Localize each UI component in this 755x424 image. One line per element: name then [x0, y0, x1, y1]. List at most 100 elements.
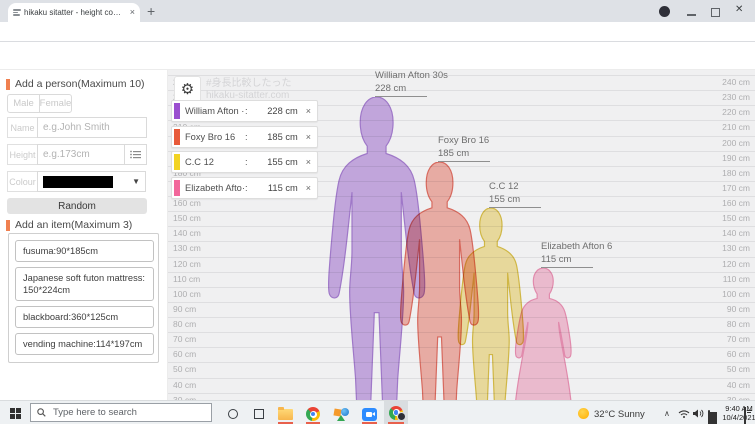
female-button[interactable]: Female — [39, 94, 72, 113]
person-card-close-icon[interactable]: × — [306, 132, 311, 142]
person-card[interactable]: Foxy Bro 16: 185 cm × — [171, 125, 318, 148]
tick-label: 150 cm — [173, 213, 201, 224]
card-separator: : — [245, 182, 248, 193]
tab-title: hikaku sitatter - height comparis — [24, 8, 127, 17]
height-row: Height — [7, 144, 147, 165]
tick-label: 120 cm — [722, 258, 750, 269]
add-person-title: Add a person(Maximum 10) — [6, 78, 145, 90]
figure-label: Elizabeth Afton 6 115 cm — [541, 240, 613, 269]
name-label: Name — [7, 117, 38, 138]
person-color-bar — [174, 128, 180, 145]
weather-text[interactable]: 32°C Sunny — [594, 409, 645, 420]
list-icon — [130, 150, 141, 159]
person-color-bar — [174, 179, 180, 196]
item-suggestions: fusuma:90*185cm Japanese soft futon mattr… — [8, 233, 159, 364]
item-suggestion-button[interactable]: vending machine:114*197cm — [15, 333, 154, 356]
window-maximize-button[interactable] — [711, 8, 720, 17]
person-card-height: 115 cm — [267, 182, 298, 193]
chart-watermark: #身長比較したった hikaku-sitatter.com — [206, 78, 292, 101]
shapes-icon — [333, 407, 349, 421]
tick-label: 240 cm — [722, 77, 750, 87]
name-row: Name — [7, 117, 147, 138]
browser-tab[interactable]: hikaku sitatter - height comparis × — [8, 3, 140, 22]
action-center-icon[interactable] — [744, 407, 752, 424]
window-minimize-button[interactable] — [687, 14, 696, 16]
person-card[interactable]: C.C 12: 155 cm × — [171, 151, 318, 173]
taskbar-clock[interactable]: 9:40 AM 10/4/2021 — [720, 404, 755, 422]
tick-label: 70 cm — [726, 334, 750, 345]
gear-icon: ⚙ — [180, 81, 195, 98]
file-explorer-button[interactable] — [274, 405, 296, 423]
tick-label: 150 cm — [722, 213, 750, 224]
site-favicon-icon — [13, 8, 21, 18]
windows-taskbar: 32°C Sunny ∧ 9:40 AM 10/4/2021 — [0, 400, 755, 424]
person-card-height: 185 cm — [267, 131, 298, 142]
chrome-taskbar-button[interactable] — [302, 405, 324, 423]
tick-label: 100 cm — [722, 288, 750, 299]
taskbar-search-input[interactable] — [51, 406, 195, 419]
tray-expand-icon[interactable]: ∧ — [664, 409, 670, 418]
browser-toolbar: ← → ↻ hikaku-sitatter.com/en/ ☆ ⋮ — [0, 22, 755, 61]
network-icon[interactable] — [678, 409, 690, 418]
person-card-close-icon[interactable]: × — [306, 183, 311, 193]
gender-toggle: Male Female — [7, 94, 72, 113]
chart-settings-button[interactable]: ⚙ — [174, 76, 201, 103]
figure-name: Foxy Bro 16 — [438, 135, 490, 147]
height-presets-button[interactable] — [124, 144, 147, 165]
colour-picker[interactable]: ▼ — [37, 171, 146, 192]
random-button[interactable]: Random — [7, 198, 147, 214]
tick-label: 80 cm — [173, 319, 197, 330]
card-separator: : — [245, 106, 248, 116]
section-accent-bar — [6, 78, 10, 90]
chrome-icon — [306, 407, 320, 421]
tick-label: 220 cm — [722, 107, 750, 118]
male-button[interactable]: Male — [7, 94, 40, 113]
search-icon — [37, 408, 46, 417]
figure-label: C.C 12 155 cm — [489, 180, 541, 208]
figure-height-value: 155 cm — [489, 193, 541, 208]
person-silhouette[interactable] — [505, 268, 582, 400]
task-view-button[interactable] — [248, 405, 270, 423]
tick-label: 120 cm — [173, 258, 201, 269]
gridline — [168, 75, 755, 76]
person-card-close-icon[interactable]: × — [306, 157, 311, 167]
card-separator: : — [245, 131, 248, 142]
person-card-close-icon[interactable]: × — [306, 106, 311, 116]
person-card-name: C.C 12 — [185, 157, 214, 167]
name-input[interactable] — [37, 117, 147, 138]
tick-label: 50 cm — [173, 364, 197, 375]
section-accent-bar — [6, 219, 10, 231]
profile-badge-icon — [397, 412, 406, 421]
person-card-height: 155 cm — [267, 157, 298, 167]
figure-name: Elizabeth Afton 6 — [541, 241, 613, 253]
item-suggestion-button[interactable]: blackboard:360*125cm — [15, 306, 154, 329]
start-button[interactable] — [10, 408, 21, 419]
person-card[interactable]: Elizabeth Afto···: 115 cm × — [171, 176, 318, 199]
speaker-icon[interactable] — [693, 409, 704, 418]
tab-close-icon[interactable]: × — [130, 8, 135, 17]
new-tab-button[interactable]: + — [147, 3, 155, 19]
battery-icon[interactable] — [708, 410, 717, 424]
tick-label: 160 cm — [722, 198, 750, 209]
item-suggestion-button[interactable]: Japanese soft futon mattress: 150*224cm — [15, 267, 154, 302]
taskbar-search[interactable] — [30, 403, 212, 422]
tick-label: 160 cm — [173, 198, 201, 209]
weather-sun-icon[interactable] — [578, 408, 589, 419]
zoom-taskbar-button[interactable] — [358, 405, 380, 423]
person-color-bar — [174, 103, 180, 119]
cortana-button[interactable] — [222, 405, 244, 423]
active-chrome-button[interactable] — [384, 401, 408, 424]
tick-label: 50 cm — [726, 364, 750, 375]
tick-label: 130 cm — [173, 243, 201, 254]
person-card[interactable]: William Afton ···: 228 cm × — [171, 100, 318, 122]
titlebar-profile-icon[interactable] — [659, 6, 670, 17]
height-input[interactable] — [37, 144, 125, 165]
item-suggestion-button[interactable]: fusuma:90*185cm — [15, 240, 154, 263]
tick-label: 200 cm — [722, 137, 750, 148]
tick-label: 60 cm — [173, 349, 197, 360]
paint3d-taskbar-button[interactable] — [330, 405, 352, 423]
height-chart[interactable]: 240 cm240 cm230 cm230 cm220 cm220 cm210 … — [168, 70, 755, 400]
screen: hikaku sitatter - height comparis × + ✕ … — [0, 0, 755, 424]
figure-label: William Afton 30s 228 cm — [375, 70, 448, 98]
window-close-button[interactable]: ✕ — [735, 4, 743, 15]
